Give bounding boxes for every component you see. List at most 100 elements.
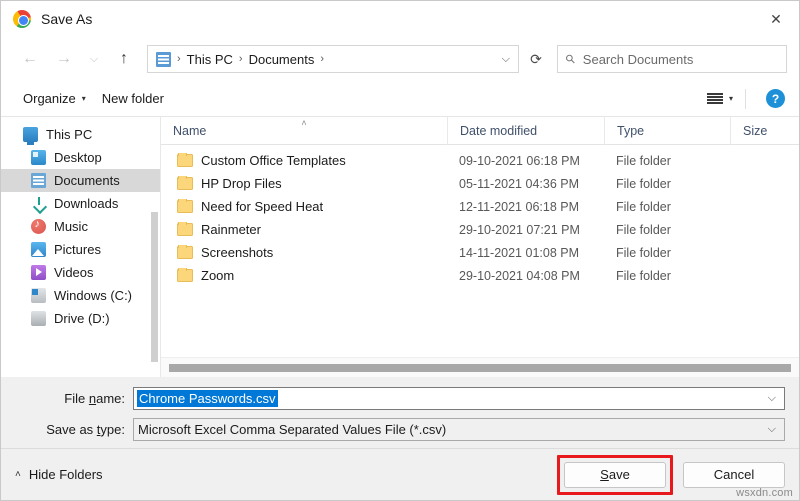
search-placeholder: Search Documents <box>582 51 694 67</box>
this-pc-icon <box>23 127 38 145</box>
folder-icon <box>177 222 193 236</box>
documents-icon <box>31 173 46 188</box>
file-name-label: Zoom <box>201 268 235 283</box>
sidebar-item-documents[interactable]: Documents <box>1 169 160 192</box>
file-rows: Custom Office Templates 09-10-2021 06:18… <box>161 145 799 357</box>
sidebar-item-desktop[interactable]: Desktop <box>1 146 160 169</box>
file-date-cell: 14-11-2021 01:08 PM <box>459 245 579 260</box>
chevron-down-icon[interactable]: ⌵ <box>768 423 784 436</box>
save-as-type-select[interactable]: Microsoft Excel Comma Separated Values F… <box>133 417 785 441</box>
horizontal-scrollbar-track[interactable] <box>161 357 799 377</box>
sidebar-item-label: Desktop <box>54 150 102 165</box>
dialog-footer: ˄ Hide Folders Save Cancel wsxdn.com <box>1 448 799 500</box>
column-header-label: Size <box>743 123 768 138</box>
chevron-up-icon: ˄ <box>15 469 21 480</box>
sidebar-item-pictures[interactable]: Pictures <box>1 238 160 261</box>
view-options-button[interactable]: ▾ <box>699 89 741 109</box>
search-box[interactable]: ⚲ Search Documents <box>557 45 787 73</box>
save-button-highlight: Save <box>557 454 673 495</box>
videos-icon <box>31 265 46 280</box>
sidebar-item-music[interactable]: Music <box>1 215 160 238</box>
hide-folders-label: Hide Folders <box>28 467 103 482</box>
table-row[interactable]: Custom Office Templates 09-10-2021 06:18… <box>161 149 799 172</box>
save-as-type-field-label: Save as type: <box>46 421 125 437</box>
sidebar-item-downloads[interactable]: Downloads <box>1 192 160 215</box>
file-name-label: Custom Office Templates <box>201 153 346 168</box>
column-header-name[interactable]: ˄ Name <box>161 117 447 145</box>
sidebar-item-drive-d[interactable]: Drive (D:) <box>1 307 160 330</box>
save-as-type-row: Save as type: Microsoft Excel Comma Sepa… <box>1 417 799 441</box>
back-icon[interactable]: ← <box>13 44 47 74</box>
cancel-button[interactable]: Cancel <box>683 461 785 488</box>
file-name-value: Chrome Passwords.csv <box>137 389 278 407</box>
table-row[interactable]: Rainmeter 29-10-2021 07:21 PM File folde… <box>161 218 799 241</box>
new-folder-button[interactable]: New folder <box>94 87 172 110</box>
breadcrumb-documents[interactable]: Documents <box>249 52 315 67</box>
sidebar-scrollbar[interactable] <box>151 212 158 362</box>
sidebar-item-label: Documents <box>54 173 120 188</box>
breadcrumb-separator-0: › <box>177 53 181 65</box>
address-bar[interactable]: › This PC › Documents › ⌵ <box>147 45 519 73</box>
file-date-cell: 29-10-2021 04:08 PM <box>459 268 580 283</box>
help-icon[interactable]: ? <box>766 89 785 108</box>
column-header-size[interactable]: Size <box>730 116 799 145</box>
file-name-label: HP Drop Files <box>201 176 282 191</box>
list-view-icon <box>706 92 723 105</box>
folder-icon <box>177 199 193 213</box>
column-header-type[interactable]: Type <box>604 116 730 145</box>
file-type-cell: File folder <box>616 245 671 260</box>
sidebar-item-label: Downloads <box>54 196 119 211</box>
table-row[interactable]: Zoom 29-10-2021 04:08 PM File folder <box>161 264 799 287</box>
file-fields: File name: Chrome Passwords.csv ⌵ Save a… <box>1 377 799 448</box>
sidebar-item-label: Videos <box>54 265 94 280</box>
chevron-down-icon: ▾ <box>728 94 733 103</box>
dialog-title: Save As <box>41 11 93 27</box>
save-button[interactable]: Save <box>564 461 666 488</box>
sidebar-item-videos[interactable]: Videos <box>1 261 160 284</box>
file-name-label: Screenshots <box>201 245 274 260</box>
breadcrumb-this-pc[interactable]: This PC <box>187 52 233 67</box>
column-header-label: Name <box>173 123 207 138</box>
sidebar-item-label: Drive (D:) <box>54 311 110 326</box>
file-name-cell: Custom Office Templates <box>161 153 447 168</box>
forward-icon[interactable]: → <box>47 44 81 74</box>
column-header-date-modified[interactable]: Date modified <box>447 116 604 145</box>
search-icon: ⚲ <box>562 50 579 68</box>
column-header-label: Type <box>617 123 645 138</box>
file-name-cell: Need for Speed Heat <box>161 199 447 214</box>
file-name-label: Rainmeter <box>201 222 261 237</box>
close-icon[interactable]: ✕ <box>753 1 799 37</box>
navigation-pane: This PC Desktop Documents Downloads Musi… <box>1 117 161 377</box>
file-name-input[interactable]: Chrome Passwords.csv ⌵ <box>133 386 785 410</box>
column-header-label: Date modified <box>460 123 538 138</box>
file-date-cell: 09-10-2021 06:18 PM <box>459 153 580 168</box>
sidebar-item-this-pc[interactable]: This PC <box>1 123 160 146</box>
hide-folders-button[interactable]: ˄ Hide Folders <box>15 467 103 482</box>
column-headers: ˄ Name Date modified Type Size <box>161 116 799 145</box>
file-date-cell: 29-10-2021 07:21 PM <box>459 222 580 237</box>
file-name-field-label: File name: <box>64 390 125 406</box>
file-date-cell: 05-11-2021 04:36 PM <box>459 176 579 191</box>
sidebar-item-label: This PC <box>46 127 93 142</box>
breadcrumb-separator-2[interactable]: › <box>320 53 324 65</box>
drive-c-icon <box>31 288 46 303</box>
horizontal-scrollbar-thumb[interactable] <box>169 363 791 372</box>
up-one-level-icon[interactable]: ↑ <box>107 44 141 74</box>
toolbar-divider <box>745 88 746 109</box>
file-type-cell: File folder <box>616 199 671 214</box>
sidebar-item-windows-c[interactable]: Windows (C:) <box>1 284 160 307</box>
file-type-cell: File folder <box>616 176 671 191</box>
table-row[interactable]: Screenshots 14-11-2021 01:08 PM File fol… <box>161 241 799 264</box>
recent-locations-icon[interactable]: ⌵ <box>81 44 107 74</box>
chevron-down-icon[interactable]: ⌵ <box>494 53 510 66</box>
table-row[interactable]: Need for Speed Heat 12-11-2021 06:18 PM … <box>161 195 799 218</box>
file-name-cell: HP Drop Files <box>161 176 447 191</box>
file-name-cell: Rainmeter <box>161 222 447 237</box>
sidebar-item-label: Pictures <box>54 242 101 257</box>
save-as-type-value: Microsoft Excel Comma Separated Values F… <box>138 421 447 437</box>
table-row[interactable]: HP Drop Files 05-11-2021 04:36 PM File f… <box>161 172 799 195</box>
chevron-down-icon[interactable]: ⌵ <box>768 392 784 405</box>
organize-button[interactable]: Organize ▾ <box>15 87 94 110</box>
toolbar-right-group: ▾ ? <box>699 88 785 109</box>
refresh-icon[interactable]: ⟳ <box>521 45 551 73</box>
